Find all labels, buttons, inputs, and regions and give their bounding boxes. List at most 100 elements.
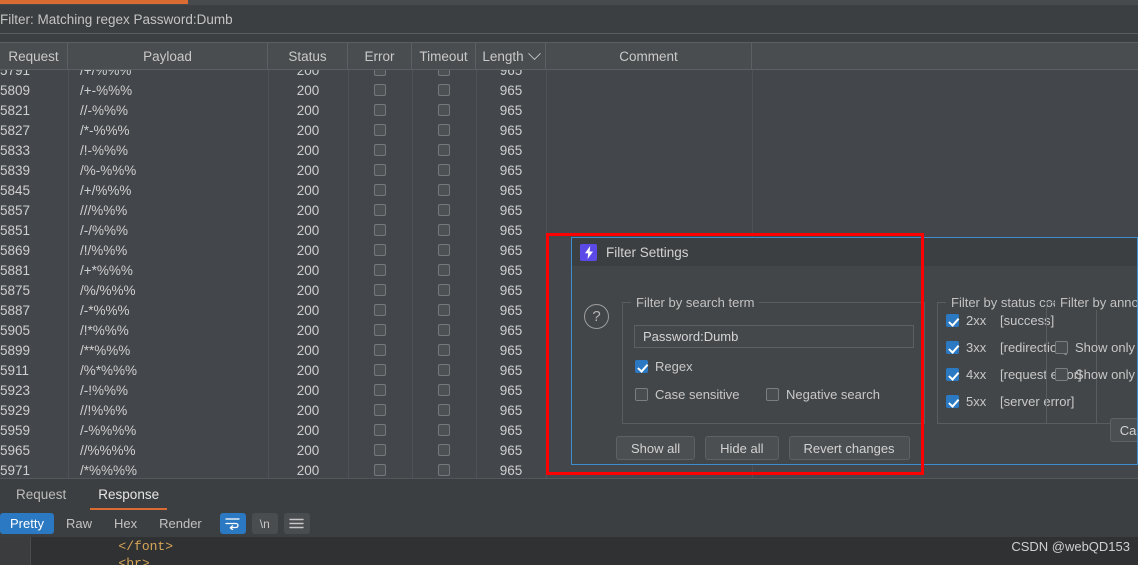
cell-error[interactable]: [348, 140, 412, 160]
cell-status: 200: [296, 182, 320, 198]
cell-timeout[interactable]: [412, 240, 476, 260]
response-body-viewer[interactable]: </font> <br>: [0, 537, 1138, 565]
tab-response[interactable]: Response: [82, 479, 175, 510]
column-header-length[interactable]: Length: [476, 43, 546, 69]
cell-error[interactable]: [348, 300, 412, 320]
cell-timeout[interactable]: [412, 260, 476, 280]
table-row[interactable]: 5839 /%-%%% 200 965: [0, 160, 1138, 180]
word-wrap-icon[interactable]: [219, 513, 246, 534]
cell-timeout[interactable]: [412, 180, 476, 200]
column-header-timeout[interactable]: Timeout: [412, 43, 476, 69]
table-row[interactable]: 5791 /+/%%% 200 965: [0, 70, 1138, 80]
show-all-button[interactable]: Show all: [616, 436, 696, 460]
cell-request: 5911: [0, 362, 30, 378]
checkbox-show-only-commented[interactable]: Show only c: [1055, 340, 1137, 355]
cell-length: 965: [499, 402, 523, 418]
table-row[interactable]: 5821 //-%%% 200 965: [0, 100, 1138, 120]
cell-payload: //%%%%: [80, 442, 136, 458]
column-header-error[interactable]: Error: [348, 43, 412, 69]
cell-timeout[interactable]: [412, 140, 476, 160]
cell-error[interactable]: [348, 360, 412, 380]
column-header-payload[interactable]: Payload: [68, 43, 268, 69]
checkbox-case-sensitive[interactable]: Case sensitive: [635, 387, 740, 402]
column-header-status[interactable]: Status: [268, 43, 348, 69]
table-row[interactable]: 5809 /+-%%% 200 965: [0, 80, 1138, 100]
viewer-mode-raw[interactable]: Raw: [56, 513, 102, 534]
cell-payload: ///%%%: [80, 202, 128, 218]
filter-status-bar[interactable]: Filter: Matching regex Password:Dumb: [0, 5, 1138, 34]
lightning-bolt-icon: [580, 243, 597, 261]
search-term-value: Password:Dumb: [643, 329, 739, 344]
cell-timeout[interactable]: [412, 220, 476, 240]
viewer-mode-hex[interactable]: Hex: [104, 513, 147, 534]
column-header-comment[interactable]: Comment: [546, 43, 752, 69]
cell-error[interactable]: [348, 260, 412, 280]
tab-request[interactable]: Request: [0, 479, 82, 510]
cell-status: 200: [296, 322, 320, 338]
newline-icon[interactable]: \n: [251, 513, 278, 534]
cell-timeout-box: [438, 184, 450, 196]
cell-payload: /-!%%%: [80, 382, 129, 398]
cell-error[interactable]: [348, 440, 412, 460]
cell-timeout[interactable]: [412, 420, 476, 440]
cell-timeout[interactable]: [412, 200, 476, 220]
cell-timeout-box: [438, 84, 450, 96]
cell-timeout[interactable]: [412, 80, 476, 100]
cell-error[interactable]: [348, 160, 412, 180]
cell-timeout[interactable]: [412, 70, 476, 80]
table-row[interactable]: 5857 ///%%% 200 965: [0, 200, 1138, 220]
cell-error[interactable]: [348, 220, 412, 240]
cancel-button[interactable]: Cancel: [1110, 418, 1137, 442]
cell-timeout[interactable]: [412, 120, 476, 140]
checkbox-regex[interactable]: Regex: [635, 359, 693, 374]
cell-timeout[interactable]: [412, 460, 476, 478]
cell-error[interactable]: [348, 400, 412, 420]
cell-request: 5827: [0, 122, 31, 138]
cell-timeout[interactable]: [412, 440, 476, 460]
table-row[interactable]: 5827 /*-%%% 200 965: [0, 120, 1138, 140]
cell-error[interactable]: [348, 240, 412, 260]
cell-length: 965: [499, 182, 523, 198]
cell-timeout-box: [438, 204, 450, 216]
viewer-mode-render[interactable]: Render: [149, 513, 212, 534]
cell-error[interactable]: [348, 120, 412, 140]
cell-error[interactable]: [348, 280, 412, 300]
cell-timeout[interactable]: [412, 300, 476, 320]
checkbox-show-only-highlighted[interactable]: Show only h: [1055, 367, 1137, 382]
cell-error[interactable]: [348, 200, 412, 220]
cell-timeout[interactable]: [412, 280, 476, 300]
cell-timeout-box: [438, 304, 450, 316]
search-term-input[interactable]: Password:Dumb: [634, 325, 914, 348]
checkbox-status-2xx[interactable]: 2xx [success]: [946, 313, 1054, 328]
question-mark-icon[interactable]: ?: [584, 304, 609, 329]
cell-timeout[interactable]: [412, 380, 476, 400]
cell-error[interactable]: [348, 320, 412, 340]
table-row[interactable]: 5833 /!-%%% 200 965: [0, 140, 1138, 160]
column-header-request[interactable]: Request: [0, 43, 68, 69]
cell-error[interactable]: [348, 100, 412, 120]
hide-all-button[interactable]: Hide all: [705, 436, 779, 460]
cell-timeout[interactable]: [412, 400, 476, 420]
checkbox-negative-search[interactable]: Negative search: [766, 387, 880, 402]
cell-timeout[interactable]: [412, 320, 476, 340]
table-row[interactable]: 5845 /+/%%% 200 965: [0, 180, 1138, 200]
cell-payload: /%*%%%: [80, 362, 138, 378]
revert-changes-button[interactable]: Revert changes: [788, 436, 910, 460]
cell-timeout[interactable]: [412, 340, 476, 360]
cell-payload: /%-%%%: [80, 162, 137, 178]
cell-timeout[interactable]: [412, 360, 476, 380]
cell-error[interactable]: [348, 460, 412, 478]
cell-error[interactable]: [348, 340, 412, 360]
cell-payload: /!/%%%: [80, 242, 128, 258]
cell-error[interactable]: [348, 70, 412, 80]
cell-error[interactable]: [348, 420, 412, 440]
cell-request: 5899: [0, 342, 31, 358]
cell-error[interactable]: [348, 80, 412, 100]
cell-timeout[interactable]: [412, 100, 476, 120]
menu-icon[interactable]: [283, 513, 310, 534]
viewer-mode-pretty[interactable]: Pretty: [0, 513, 54, 534]
cell-error[interactable]: [348, 380, 412, 400]
cell-error[interactable]: [348, 180, 412, 200]
cell-status: 200: [296, 142, 320, 158]
cell-timeout[interactable]: [412, 160, 476, 180]
